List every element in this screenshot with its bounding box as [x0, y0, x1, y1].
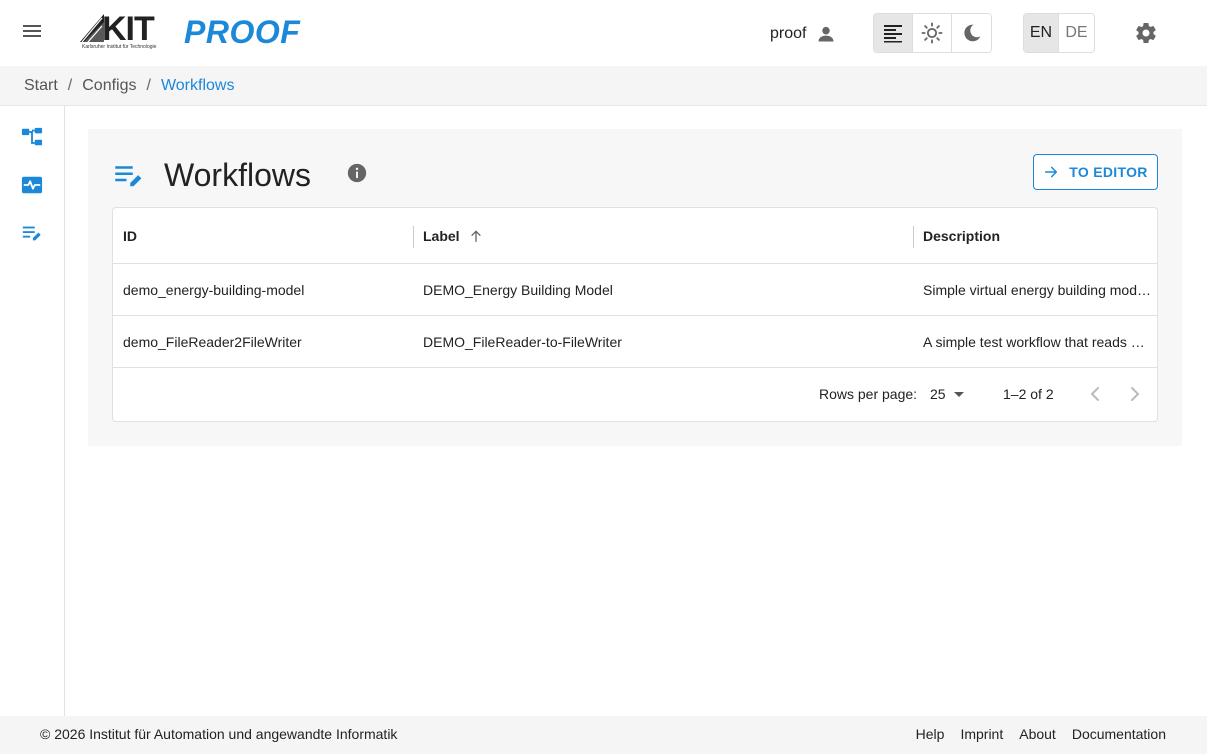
language-en-button[interactable]: EN: [1024, 14, 1059, 52]
breadcrumb-workflows[interactable]: Workflows: [161, 77, 235, 95]
dark-theme-button[interactable]: [952, 14, 991, 52]
caret-down-icon: [953, 391, 964, 397]
cell-description: A simple test workflow that reads …: [923, 334, 1145, 350]
workflows-table: ID Label Description demo_energy-buildin…: [112, 207, 1158, 422]
app-title[interactable]: PROOF: [184, 14, 300, 51]
rows-per-page-label: Rows per page:: [819, 386, 918, 402]
top-app-bar: KIT Karlsruher Institut für Technologie …: [0, 0, 1207, 66]
language-toggle-group: EN DE: [1023, 13, 1095, 53]
rows-per-page-value: 25: [930, 386, 946, 402]
edit-note-icon[interactable]: [21, 222, 43, 244]
footer-link-documentation[interactable]: Documentation: [1072, 726, 1166, 742]
kit-logo-mark: [80, 14, 104, 43]
page-header: Workflows: [114, 155, 311, 195]
footer-links: Help Imprint About Documentation: [916, 726, 1166, 742]
table-header: ID Label Description: [113, 208, 1157, 264]
workflows-card: Workflows TO EDITOR ID Label Description…: [88, 129, 1182, 446]
breadcrumb-separator: /: [67, 76, 73, 94]
person-icon: [818, 26, 834, 42]
column-header-label: Label: [423, 228, 460, 244]
arrow-forward-icon: [1045, 166, 1058, 178]
footer-link-imprint[interactable]: Imprint: [960, 726, 1003, 742]
arrow-upward-icon: [470, 230, 481, 242]
language-de-button[interactable]: DE: [1059, 14, 1094, 52]
footer: © 2026 Institut für Automation und angew…: [0, 716, 1207, 754]
chevron-right-icon[interactable]: [1123, 382, 1147, 406]
cell-id: demo_FileReader2FileWriter: [123, 334, 302, 350]
sidebar: [0, 106, 65, 716]
menu-icon[interactable]: [20, 22, 44, 44]
cell-description: Simple virtual energy building mod…: [923, 282, 1151, 298]
moon-icon: [963, 24, 980, 42]
footer-link-help[interactable]: Help: [916, 726, 945, 742]
column-header-label: Description: [923, 228, 1001, 244]
column-header-id[interactable]: ID: [113, 208, 413, 264]
breadcrumb-configs[interactable]: Configs: [82, 77, 136, 95]
kit-logo[interactable]: KIT Karlsruher Institut für Technologie: [80, 10, 162, 54]
column-divider: [413, 226, 414, 248]
rows-per-page-select[interactable]: 25: [930, 386, 964, 402]
table-row[interactable]: demo_energy-building-model DEMO_Energy B…: [113, 264, 1157, 316]
chevron-left-icon[interactable]: [1083, 382, 1107, 406]
cell-id: demo_energy-building-model: [123, 282, 305, 298]
cell-label: DEMO_Energy Building Model: [423, 282, 613, 298]
column-header-label: ID: [123, 228, 137, 244]
align-text-icon: [884, 25, 902, 43]
breadcrumb-start[interactable]: Start: [24, 77, 58, 95]
page-title: Workflows: [164, 156, 311, 193]
gear-icon[interactable]: [1134, 21, 1158, 45]
light-theme-button[interactable]: [913, 14, 952, 52]
info-icon[interactable]: [346, 162, 368, 184]
column-header-label-sorted[interactable]: Label: [413, 208, 913, 264]
account-tree-icon[interactable]: [21, 126, 43, 148]
edit-note-icon: [115, 166, 142, 187]
user-menu[interactable]: proof: [770, 24, 836, 44]
table-pagination: Rows per page: 25 1–2 of 2: [113, 368, 1157, 421]
to-editor-button[interactable]: TO EDITOR: [1033, 154, 1158, 190]
copyright: © 2026 Institut für Automation und angew…: [40, 726, 398, 742]
breadcrumb-separator: /: [146, 76, 151, 94]
cell-label: DEMO_FileReader-to-FileWriter: [423, 334, 622, 350]
column-header-description[interactable]: Description: [913, 208, 1157, 264]
sun-icon: [921, 22, 943, 44]
kit-logo-subtitle: Karlsruher Institut für Technologie: [82, 44, 157, 50]
page-range: 1–2 of 2: [1003, 386, 1054, 402]
breadcrumb: Start / Configs / Workflows: [0, 66, 1207, 106]
username: proof: [770, 25, 807, 42]
column-divider: [913, 226, 914, 248]
monitor-heart-icon[interactable]: [21, 174, 43, 196]
footer-link-about[interactable]: About: [1019, 726, 1056, 742]
theme-toggle-group: [873, 13, 992, 53]
auto-theme-button[interactable]: [874, 14, 913, 52]
table-row[interactable]: demo_FileReader2FileWriter DEMO_FileRead…: [113, 316, 1157, 368]
to-editor-label: TO EDITOR: [1069, 164, 1148, 180]
